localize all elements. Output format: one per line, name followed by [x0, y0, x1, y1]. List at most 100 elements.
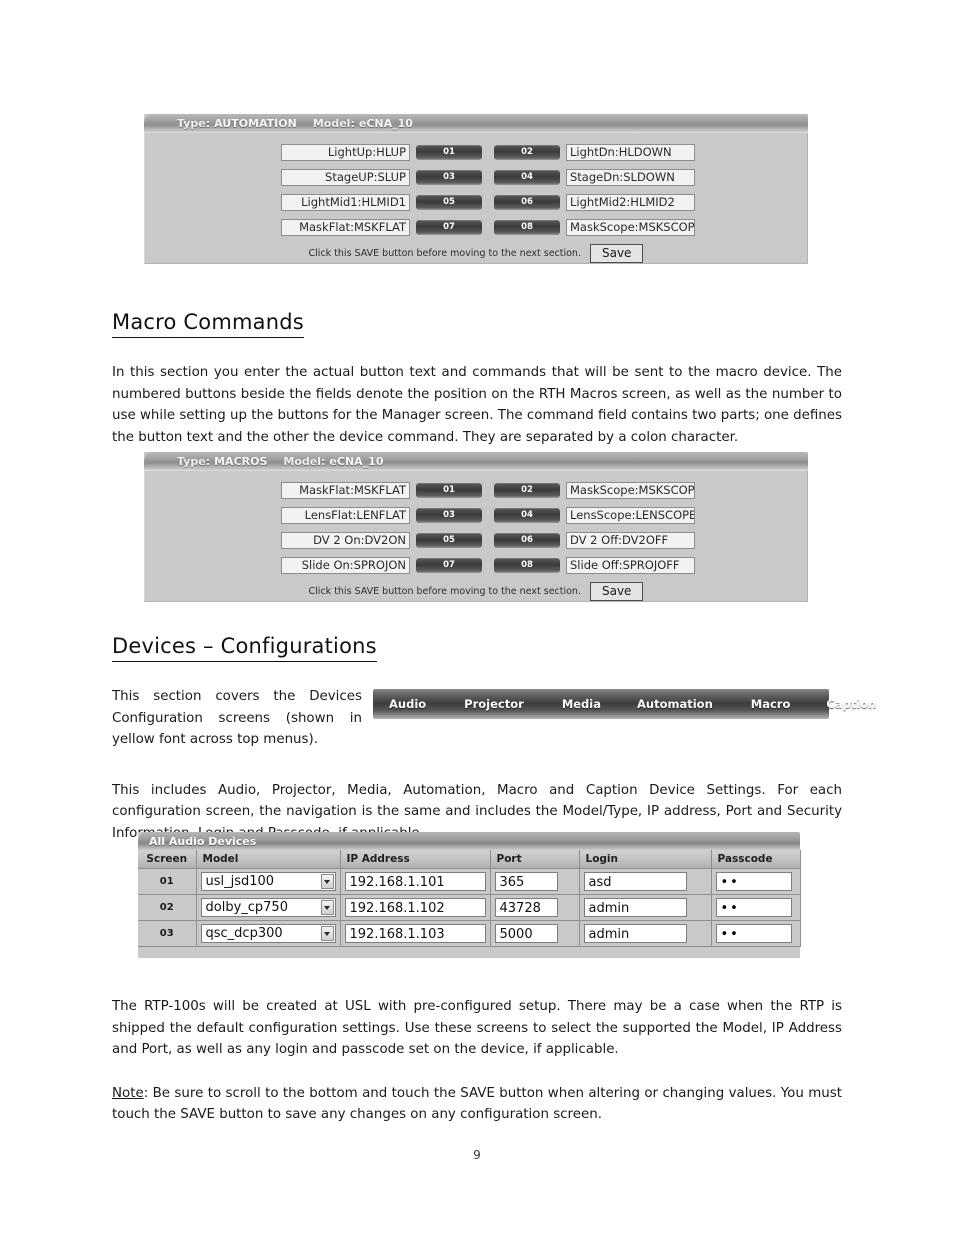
all-audio-devices-panel: All Audio Devices Screen Model IP Addres…: [138, 832, 801, 958]
macro-command-field-right[interactable]: LightMid2:HLMID2: [566, 193, 695, 211]
login-input[interactable]: admin: [583, 898, 687, 917]
macro-position-button[interactable]: 08: [494, 219, 560, 235]
macro-position-button[interactable]: 05: [416, 194, 482, 210]
screen-number: 02: [138, 894, 197, 921]
nav-item-macro[interactable]: Macro: [751, 697, 791, 711]
macro-command-field-right[interactable]: MaskScope:MSKSCOPE: [566, 481, 695, 499]
nav-item-projector[interactable]: Projector: [464, 697, 524, 711]
save-button[interactable]: Save: [589, 244, 644, 263]
model-cell: usl_jsd100: [196, 868, 341, 895]
macro-position-button[interactable]: 07: [416, 219, 482, 235]
macro-position-button[interactable]: 02: [494, 144, 560, 160]
passcode-input[interactable]: ••: [715, 924, 792, 943]
macro-position-button[interactable]: 01: [416, 482, 482, 498]
column-header-passcode: Passcode: [711, 850, 801, 869]
macro-position-button[interactable]: 06: [494, 532, 560, 548]
screen-number: 03: [138, 920, 197, 947]
ip-address-input[interactable]: 192.168.1.102: [344, 898, 486, 917]
macro-position-button[interactable]: 06: [494, 194, 560, 210]
note-text: : Be sure to scroll to the bottom and to…: [112, 1085, 842, 1123]
model-select[interactable]: qsc_dcp300: [200, 924, 336, 943]
macro-command-field-left[interactable]: DV 2 On:DV2ON: [281, 531, 410, 549]
macro-command-field-left[interactable]: StageUP:SLUP: [281, 168, 410, 186]
macros-config-panel: Type: MACROS Model: eCNA_10 MaskFlat:MSKFLA…: [144, 452, 808, 602]
automation-panel-body: LightUp:HLUP 01 02 LightDn:HLDOWN StageU…: [144, 133, 808, 264]
save-button[interactable]: Save: [589, 582, 644, 601]
nav-item-audio[interactable]: Audio: [389, 697, 426, 711]
macro-command-field-left[interactable]: Slide On:SPROJON: [281, 556, 410, 574]
model-select[interactable]: dolby_cp750: [200, 898, 336, 917]
table-row: 01 usl_jsd100 192.168.1.101 365 asd ••: [138, 868, 801, 895]
model-cell: dolby_cp750: [196, 894, 341, 921]
port-input[interactable]: 5000: [494, 924, 558, 943]
nav-item-automation[interactable]: Automation: [637, 697, 713, 711]
nav-item-media[interactable]: Media: [562, 697, 601, 711]
page-number: 9: [473, 1148, 481, 1162]
macro-position-button[interactable]: 02: [494, 482, 560, 498]
macro-command-field-right[interactable]: DV 2 Off:DV2OFF: [566, 531, 695, 549]
column-header-model: Model: [196, 850, 341, 869]
macro-position-button[interactable]: 04: [494, 507, 560, 523]
passcode-input[interactable]: ••: [715, 898, 792, 917]
model-select[interactable]: usl_jsd100: [200, 872, 336, 891]
devices-table-title: All Audio Devices: [149, 834, 257, 848]
column-header-port: Port: [490, 850, 580, 869]
macro-position-button[interactable]: 03: [416, 169, 482, 185]
port-cell: 43728: [490, 894, 580, 921]
port-input[interactable]: 365: [494, 872, 558, 891]
column-header-screen: Screen: [138, 850, 197, 869]
automation-type-label: Type:: [177, 116, 211, 130]
passcode-input[interactable]: ••: [715, 872, 792, 891]
chevron-down-icon[interactable]: [320, 926, 334, 941]
macro-command-field-right[interactable]: StageDn:SLDOWN: [566, 168, 695, 186]
ip-cell: 192.168.1.101: [340, 868, 491, 895]
automation-model-value: eCNA_10: [358, 116, 413, 130]
model-select-value: dolby_cp750: [205, 900, 288, 915]
macro-position-button[interactable]: 04: [494, 169, 560, 185]
passcode-cell: ••: [711, 894, 801, 921]
automation-config-panel: Type: AUTOMATION Model: eCNA_10 LightUp:HLU…: [144, 114, 808, 264]
macro-command-field-right[interactable]: MaskScope:MSKSCOPE: [566, 218, 695, 236]
automation-type-value: AUTOMATION: [214, 116, 297, 130]
closing-paragraphs: The RTP-100s will be created at USL with…: [112, 996, 842, 1126]
ip-address-input[interactable]: 192.168.1.101: [344, 872, 486, 891]
macro-command-field-left[interactable]: LightUp:HLUP: [281, 143, 410, 161]
page-title: Macro Commands: [112, 310, 304, 338]
macro-command-field-left[interactable]: MaskFlat:MSKFLAT: [281, 481, 410, 499]
model-select-value: qsc_dcp300: [205, 926, 283, 941]
macro-position-button[interactable]: 01: [416, 144, 482, 160]
macro-command-field-right[interactable]: LightDn:HLDOWN: [566, 143, 695, 161]
macro-commands-section: Macro Commands In this section you enter…: [112, 310, 842, 448]
login-input[interactable]: asd: [583, 872, 687, 891]
chevron-down-icon[interactable]: [320, 900, 334, 915]
macro-commands-paragraph: In this section you enter the actual but…: [112, 365, 843, 445]
devices-config-left-paragraph: This section covers the Devices Configur…: [112, 689, 362, 747]
save-instruction-text: Click this SAVE button before moving to …: [308, 586, 581, 597]
nav-item-caption[interactable]: Caption: [826, 697, 876, 711]
macro-command-field-left[interactable]: MaskFlat:MSKFLAT: [281, 218, 410, 236]
port-input[interactable]: 43728: [494, 898, 558, 917]
document-page: Type: AUTOMATION Model: eCNA_10 LightUp:HLU…: [0, 0, 954, 1235]
ip-address-input[interactable]: 192.168.1.103: [344, 924, 486, 943]
ip-cell: 192.168.1.103: [340, 920, 491, 947]
passcode-cell: ••: [711, 868, 801, 895]
rtp-paragraph: The RTP-100s will be created at USL with…: [112, 999, 842, 1057]
macro-position-button[interactable]: 03: [416, 507, 482, 523]
devices-table-header-row: Screen Model IP Address Port Login Passc…: [138, 850, 801, 869]
port-cell: 5000: [490, 920, 580, 947]
chevron-down-icon[interactable]: [320, 874, 334, 889]
macro-command-row: Slide On:SPROJON 07 08 Slide Off:SPROJOF…: [145, 554, 807, 576]
macro-position-button[interactable]: 07: [416, 557, 482, 573]
macro-command-field-right[interactable]: LensScope:LENSCOPE: [566, 506, 695, 524]
macro-command-field-right[interactable]: Slide Off:SPROJOFF: [566, 556, 695, 574]
login-input[interactable]: admin: [583, 924, 687, 943]
macro-command-field-left[interactable]: LensFlat:LENFLAT: [281, 506, 410, 524]
macros-panel-body: MaskFlat:MSKFLAT 01 02 MaskScope:MSKSCOP…: [144, 471, 808, 602]
macro-command-row: LightMid1:HLMID1 05 06 LightMid2:HLMID2: [145, 191, 807, 213]
macro-position-button[interactable]: 05: [416, 532, 482, 548]
macro-command-row: LensFlat:LENFLAT 03 04 LensScope:LENSCOP…: [145, 504, 807, 526]
devices-table: Screen Model IP Address Port Login Passc…: [138, 850, 801, 947]
macro-position-button[interactable]: 08: [494, 557, 560, 573]
save-instruction-text: Click this SAVE button before moving to …: [308, 248, 581, 259]
macro-command-field-left[interactable]: LightMid1:HLMID1: [281, 193, 410, 211]
